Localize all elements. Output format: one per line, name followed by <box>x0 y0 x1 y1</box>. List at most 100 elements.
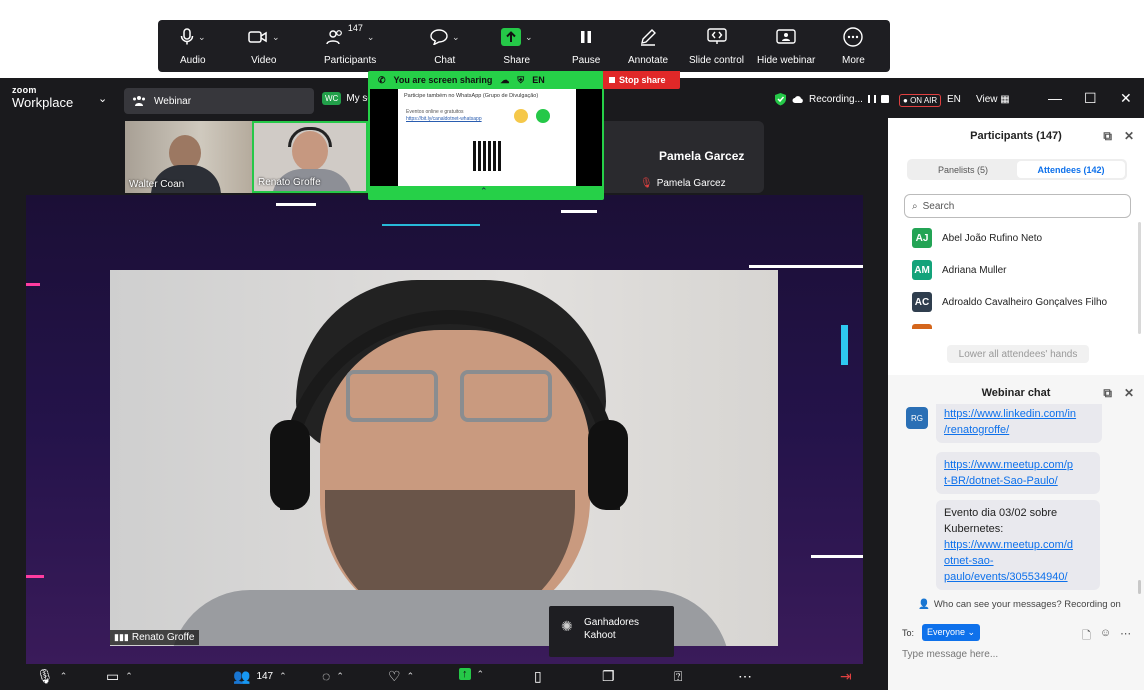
whatsapp-icon <box>536 109 550 123</box>
active-speaker-video[interactable] <box>110 270 778 646</box>
chat-link[interactable]: otnet-sao- <box>944 553 1092 569</box>
bottom-apps-button[interactable]: ❐ <box>602 668 615 685</box>
chat-bubble-icon <box>430 29 448 45</box>
participants-scrollbar[interactable] <box>1138 222 1141 334</box>
attendee-row[interactable]: AJ Abel João Rufino Neto <box>912 228 1042 248</box>
attendee-row[interactable]: AC Adroaldo Cavalheiro Gonçalves Filho <box>912 292 1107 312</box>
maximize-icon[interactable]: ☐ <box>1084 90 1097 107</box>
bottom-video-button[interactable]: ▭ ⌃ <box>106 668 133 685</box>
shared-document: Participe também no WhatsApp (Grupo de D… <box>398 89 576 186</box>
pause-button[interactable]: Pause <box>572 26 600 66</box>
decor-line <box>561 210 597 213</box>
stop-share-button[interactable]: Stop share <box>603 71 680 89</box>
participants-icon: 👥 <box>233 668 251 684</box>
video-button[interactable]: ⌄ Video <box>248 26 280 66</box>
my-tab[interactable]: WC My sc <box>322 92 372 105</box>
tab-panelists[interactable]: Panelists (5) <box>909 161 1017 178</box>
chevron-up-icon[interactable]: ⌃ <box>125 671 133 682</box>
bottom-qa-button[interactable]: ⍰ <box>674 668 682 685</box>
chevron-up-icon[interactable]: ⌃ <box>477 669 485 680</box>
bottom-share-button[interactable]: ↑ ⌃ <box>459 668 484 680</box>
hide-webinar-button[interactable]: Hide webinar <box>757 26 815 66</box>
muted-microphone-icon: 🎙 <box>640 178 653 189</box>
close-icon[interactable]: ✕ <box>1124 129 1134 144</box>
decor-line <box>276 203 316 206</box>
view-button[interactable]: View ▦ <box>976 94 1010 105</box>
bottom-toolbar <box>0 664 888 690</box>
chat-link[interactable]: https://www.meetup.com/d <box>944 537 1092 553</box>
pause-recording-icon[interactable] <box>867 95 876 103</box>
close-icon[interactable]: ✕ <box>1124 386 1134 401</box>
participants-button[interactable]: 147 ⌄ Participants <box>324 23 376 66</box>
chat-message-input[interactable]: Type message here... <box>902 649 998 660</box>
decor-line <box>26 283 40 286</box>
chat-link[interactable]: /renatogroffe/ <box>944 422 1094 438</box>
share-toolbar: ⌄ Audio ⌄ Video 147 ⌄ Participants ⌄ Chat… <box>158 20 890 72</box>
chat-scrollbar[interactable] <box>1138 580 1141 594</box>
recording-indicator[interactable]: Recording... <box>774 92 889 106</box>
microphone-icon <box>180 28 194 45</box>
chevron-up-icon[interactable]: ⌃ <box>279 671 287 682</box>
attendee-name: Abel João Rufino Neto <box>942 232 1043 244</box>
language-button[interactable]: EN <box>947 94 961 105</box>
shield-icon: ⛨ <box>517 74 525 85</box>
kahoot-window-tooltip[interactable]: Ganhadores Kahoot ✺ <box>549 606 674 657</box>
bottom-leave-button[interactable]: ⇥ <box>840 668 852 685</box>
chat-text: Evento dia 03/02 sobre <box>944 507 1058 519</box>
chat-link[interactable]: paulo/events/305534940/ <box>944 569 1092 585</box>
slide-control-button[interactable]: Slide control <box>689 26 744 66</box>
chevron-up-icon[interactable]: ⌃ <box>407 671 415 682</box>
video-camera-icon: ▭ <box>106 668 120 684</box>
share-button[interactable]: ⌄ Share <box>501 26 533 66</box>
chevron-down-icon[interactable]: ⌄ <box>98 92 107 105</box>
close-icon[interactable]: ✕ <box>1120 90 1132 107</box>
headset-earcup-left <box>270 420 310 510</box>
chat-message: https://www.linkedin.com/in /renatogroff… <box>936 404 1102 443</box>
chat-link[interactable]: t-BR/dotnet-Sao-Paulo/ <box>944 473 1092 489</box>
screen-share-panel[interactable]: ✆ You are screen sharing ☁ ⛨ EN Particip… <box>368 71 604 200</box>
chevron-up-icon[interactable]: ⌃ <box>60 671 68 682</box>
microphone-icon: 🎙 <box>36 668 54 684</box>
audio-label: Audio <box>180 55 206 66</box>
chevron-up-icon[interactable]: ⌃ <box>480 186 488 197</box>
video-tile-renato[interactable]: Renato Groffe <box>252 121 368 193</box>
bottom-notes-button[interactable]: ▯ <box>534 668 542 685</box>
popout-icon[interactable]: ⧉ <box>1103 386 1112 401</box>
stop-recording-icon[interactable] <box>880 95 889 103</box>
file-icon[interactable]: 🗋 <box>1082 627 1091 646</box>
chat-link[interactable]: https://www.meetup.com/p <box>944 457 1092 473</box>
minimize-icon[interactable]: — <box>1048 90 1062 106</box>
video-tile-pamela[interactable]: Pamela Garcez 🎙 Pamela Garcez <box>604 121 764 193</box>
annotate-button[interactable]: Annotate <box>628 26 668 66</box>
more-button[interactable]: More <box>842 26 865 66</box>
on-air-label: ON AIR <box>910 96 938 105</box>
participants-header: Participants (147) ⧉ ✕ <box>888 118 1144 154</box>
chat-button[interactable]: ⌄ Chat <box>430 26 460 66</box>
popout-icon[interactable]: ⧉ <box>1103 129 1112 144</box>
bottom-more-button[interactable]: ⋯ <box>738 668 752 685</box>
lower-all-hands-button[interactable]: Lower all attendees' hands <box>947 345 1089 363</box>
webinar-tab[interactable]: Webinar <box>124 88 314 114</box>
tab-attendees[interactable]: Attendees (142) <box>1017 161 1125 178</box>
bottom-chat-button[interactable]: ◌ ⌃ <box>322 668 344 684</box>
recipient-dropdown[interactable]: Everyone ⌄ <box>922 624 981 641</box>
qr-code <box>473 141 503 171</box>
chat-link[interactable]: https://www.linkedin.com/in <box>944 406 1094 422</box>
slide-control-icon <box>706 28 727 44</box>
audio-button[interactable]: ⌄ Audio <box>180 26 206 66</box>
search-input[interactable]: ⌕ Search <box>904 194 1131 218</box>
more-dots-icon[interactable]: ⋯ <box>1120 627 1131 646</box>
bottom-reactions-button[interactable]: ♡ ⌃ <box>388 668 414 685</box>
notes-icon: ▯ <box>534 668 542 684</box>
video-tile-walter[interactable]: Walter Coan <box>125 121 252 193</box>
who-can-see-link[interactable]: 👤 Who can see your messages? Recording o… <box>918 599 1121 610</box>
bottom-participants-button[interactable]: 👥 147 ⌃ <box>233 668 287 685</box>
emoji-icon[interactable]: ☺ <box>1100 627 1111 646</box>
attendee-row[interactable]: AM Adriana Muller <box>912 260 1006 280</box>
who-can-see-text: Who can see your messages? Recording on <box>933 599 1121 610</box>
avatar-partial <box>912 324 932 329</box>
stop-share-label: Stop share <box>619 75 666 85</box>
bottom-audio-button[interactable]: 🎙 ⌃ <box>36 668 67 685</box>
chevron-up-icon[interactable]: ⌃ <box>336 671 344 682</box>
pause-label: Pause <box>572 55 601 66</box>
